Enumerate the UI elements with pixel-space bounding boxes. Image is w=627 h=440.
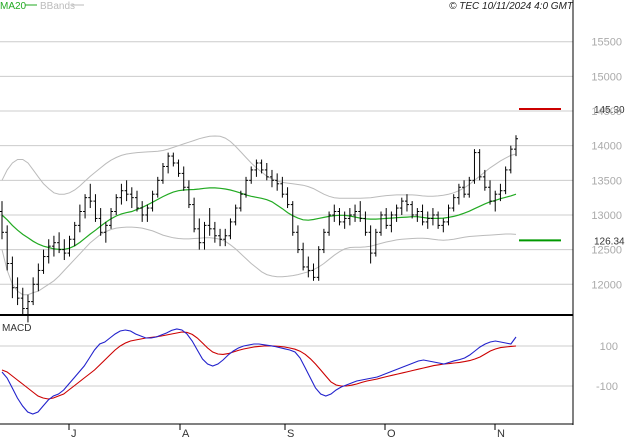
price-tick-label: 15000 — [591, 71, 622, 83]
bbands-legend-label: BBands — [40, 1, 75, 12]
x-axis-month-label: N — [497, 428, 505, 440]
macd-tick-label: -100 — [596, 381, 618, 393]
price-tick-label: 14000 — [591, 141, 622, 153]
x-axis-month-label: O — [387, 428, 396, 440]
macd-tick-label: 100 — [600, 341, 618, 353]
price-tick-label: 12000 — [591, 279, 622, 291]
price-tick-label: 12500 — [591, 245, 622, 257]
chart-root: MA20 BBands © TEC 10/11/2024 4:0 GMT 145… — [0, 0, 627, 440]
source-timestamp: © TEC 10/11/2024 4:0 GMT — [449, 1, 574, 12]
ma-legend-label: MA20 — [0, 1, 27, 12]
x-axis-month-label: A — [182, 428, 190, 440]
x-axis-month-label: S — [287, 428, 294, 440]
price-tick-label: 13500 — [591, 175, 622, 187]
price-tick-label: 15500 — [591, 37, 622, 49]
price-tick-label: 14500 — [591, 106, 622, 118]
macd-pane-title: MACD — [2, 323, 31, 334]
price-tick-label: 13000 — [591, 210, 622, 222]
x-axis-month-label: J — [71, 428, 77, 440]
